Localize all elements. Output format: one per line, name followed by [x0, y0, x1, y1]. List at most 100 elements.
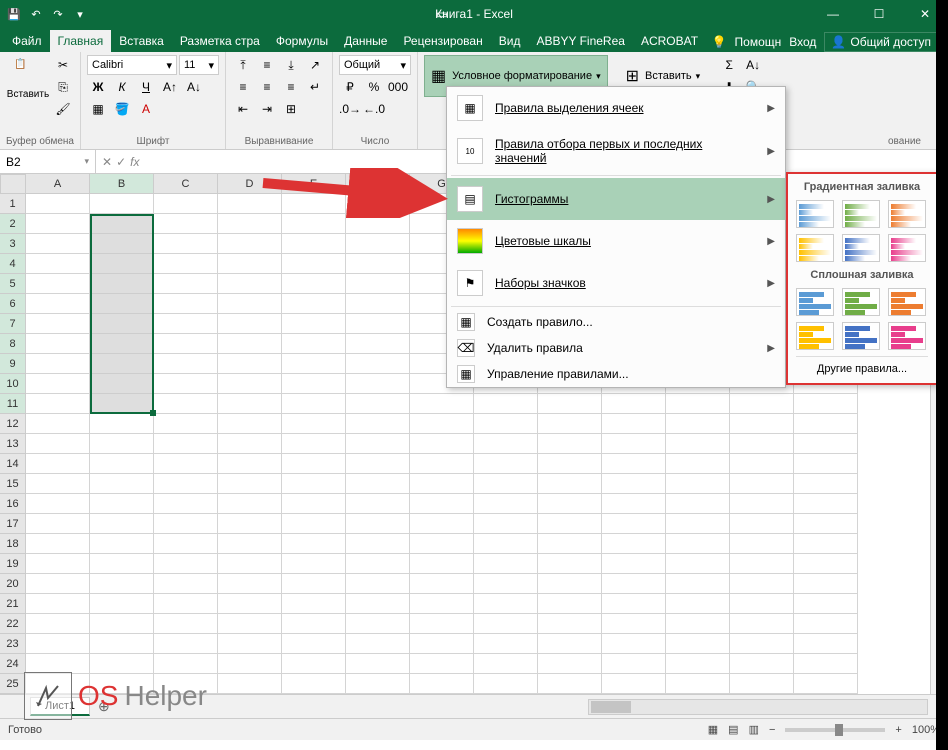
row-header[interactable]: 12 — [0, 414, 26, 434]
row-header[interactable]: 4 — [0, 254, 26, 274]
increase-decimal-icon[interactable]: .0→ — [339, 99, 361, 119]
tab-file[interactable]: Файл — [4, 30, 50, 52]
row-header[interactable]: 20 — [0, 574, 26, 594]
menu-new-rule[interactable]: ▦ Создать правило... — [447, 309, 785, 335]
align-center-icon[interactable]: ≡ — [256, 77, 278, 97]
maximize-button[interactable]: ☐ — [856, 0, 902, 28]
zoom-in-icon[interactable]: + — [895, 724, 901, 736]
bold-button[interactable]: Ж — [87, 77, 109, 97]
name-box[interactable]: B2▾ — [0, 150, 96, 173]
menu-color-scales[interactable]: Цветовые шкалы ▶ — [447, 220, 785, 262]
view-normal-icon[interactable]: ▦ — [708, 723, 718, 736]
menu-clear-rules[interactable]: ⌫ Удалить правила ▶ — [447, 335, 785, 361]
signin-label[interactable]: Вход — [789, 35, 816, 49]
row-header[interactable]: 2 — [0, 214, 26, 234]
redo-icon[interactable]: ↷ — [50, 6, 66, 22]
row-header[interactable]: 25 — [0, 674, 26, 694]
tab-view[interactable]: Вид — [491, 30, 529, 52]
share-button[interactable]: 👤 Общий доступ — [824, 32, 938, 52]
row-header[interactable]: 19 — [0, 554, 26, 574]
help-icon[interactable]: 💡 — [712, 35, 727, 49]
view-pagebreak-icon[interactable]: ▥ — [749, 723, 759, 736]
data-bar-option[interactable] — [842, 322, 880, 350]
row-header[interactable]: 6 — [0, 294, 26, 314]
data-bar-option[interactable] — [888, 322, 926, 350]
increase-font-icon[interactable]: A↑ — [159, 77, 181, 97]
data-bar-option[interactable] — [888, 200, 926, 228]
zoom-slider[interactable] — [785, 728, 885, 732]
row-header[interactable]: 10 — [0, 374, 26, 394]
decrease-decimal-icon[interactable]: ←.0 — [363, 99, 385, 119]
col-header[interactable]: D — [218, 174, 282, 194]
tab-review[interactable]: Рецензирован — [395, 30, 490, 52]
data-bar-option[interactable] — [888, 288, 926, 316]
row-header[interactable]: 1 — [0, 194, 26, 214]
cancel-icon[interactable]: ✕ — [102, 155, 112, 169]
submenu-other-rules[interactable]: Другие правила... — [792, 359, 932, 379]
col-header[interactable]: C — [154, 174, 218, 194]
data-bar-option[interactable] — [842, 288, 880, 316]
number-format-combo[interactable]: Общий▾ — [339, 55, 411, 75]
menu-icon-sets[interactable]: ⚑ Наборы значков ▶ — [447, 262, 785, 304]
row-header[interactable]: 18 — [0, 534, 26, 554]
row-header[interactable]: 24 — [0, 654, 26, 674]
font-size-combo[interactable]: 11▾ — [179, 55, 219, 75]
undo-icon[interactable]: ↶ — [28, 6, 44, 22]
col-header[interactable]: F — [346, 174, 410, 194]
row-header[interactable]: 14 — [0, 454, 26, 474]
italic-button[interactable]: К — [111, 77, 133, 97]
currency-icon[interactable]: ₽ — [339, 77, 361, 97]
col-header[interactable]: E — [282, 174, 346, 194]
decrease-indent-icon[interactable]: ⇤ — [232, 99, 254, 119]
menu-data-bars[interactable]: ▤ Гистограммы ▶ — [447, 178, 785, 220]
font-color-icon[interactable]: A — [135, 99, 157, 119]
data-bar-option[interactable] — [796, 288, 834, 316]
enter-icon[interactable]: ✓ — [116, 155, 126, 169]
align-left-icon[interactable]: ≡ — [232, 77, 254, 97]
row-header[interactable]: 16 — [0, 494, 26, 514]
wrap-text-icon[interactable]: ↵ — [304, 77, 326, 97]
help-label[interactable]: Помощн — [735, 35, 782, 49]
cut-icon[interactable]: ✂ — [52, 55, 74, 75]
row-header[interactable]: 8 — [0, 334, 26, 354]
row-header[interactable]: 3 — [0, 234, 26, 254]
align-bottom-icon[interactable]: ⤓ — [280, 55, 302, 75]
view-pagelayout-icon[interactable]: ▤ — [728, 723, 738, 736]
data-bar-option[interactable] — [796, 200, 834, 228]
horizontal-scrollbar[interactable] — [588, 699, 928, 715]
zoom-out-icon[interactable]: − — [769, 724, 775, 736]
row-header[interactable]: 13 — [0, 434, 26, 454]
autosum-icon[interactable]: Σ — [718, 55, 740, 75]
tab-home[interactable]: Главная — [50, 30, 112, 52]
row-header[interactable]: 5 — [0, 274, 26, 294]
format-painter-icon[interactable]: 🖌 — [52, 99, 74, 119]
row-header[interactable]: 11 — [0, 394, 26, 414]
qat-dropdown-icon[interactable]: ▾ — [72, 6, 88, 22]
paste-button[interactable]: 📋 Вставить — [6, 55, 50, 119]
tab-acrobat[interactable]: ACROBAT — [633, 30, 706, 52]
row-header[interactable]: 21 — [0, 594, 26, 614]
row-header[interactable]: 23 — [0, 634, 26, 654]
data-bar-option[interactable] — [796, 234, 834, 262]
minimize-button[interactable]: — — [810, 0, 856, 28]
border-icon[interactable]: ▦ — [87, 99, 109, 119]
underline-button[interactable]: Ч — [135, 77, 157, 97]
save-icon[interactable]: 💾 — [6, 6, 22, 22]
menu-topbottom-rules[interactable]: 10 Правила отбора первых и последних зна… — [447, 129, 785, 173]
tab-pagelayout[interactable]: Разметка стра — [172, 30, 268, 52]
fill-color-icon[interactable]: 🪣 — [111, 99, 133, 119]
row-header[interactable]: 9 — [0, 354, 26, 374]
percent-icon[interactable]: % — [363, 77, 385, 97]
copy-icon[interactable]: ⎘ — [52, 77, 74, 97]
font-name-combo[interactable]: Calibri▾ — [87, 55, 177, 75]
row-header[interactable]: 17 — [0, 514, 26, 534]
orientation-icon[interactable]: ↗ — [304, 55, 326, 75]
align-top-icon[interactable]: ⤒ — [232, 55, 254, 75]
sort-filter-icon[interactable]: A↓ — [742, 55, 764, 75]
data-bar-option[interactable] — [842, 200, 880, 228]
select-all-button[interactable] — [0, 174, 26, 194]
col-header[interactable]: A — [26, 174, 90, 194]
row-header[interactable]: 15 — [0, 474, 26, 494]
fx-icon[interactable]: fx — [130, 155, 139, 169]
merge-icon[interactable]: ⊞ — [280, 99, 302, 119]
